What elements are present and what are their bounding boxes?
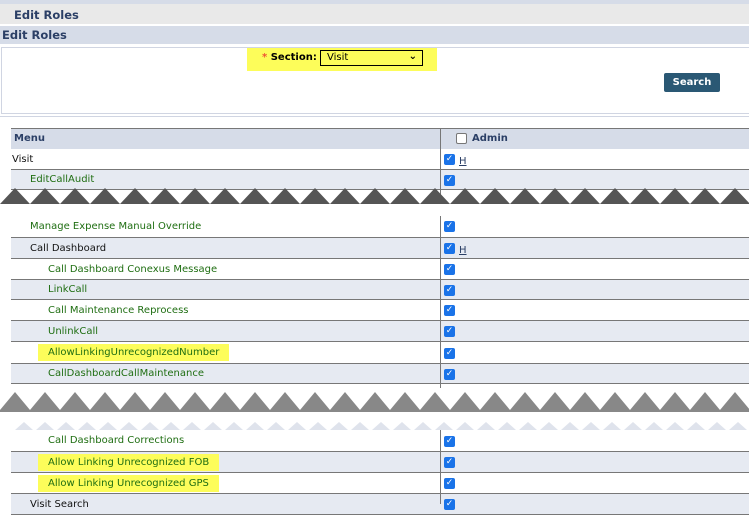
admin-checkbox[interactable]: ✓ (444, 348, 455, 359)
chevron-down-icon: ⌄ (408, 51, 417, 62)
menu-item-label: Call Dashboard (30, 242, 107, 254)
h-link[interactable]: H (459, 156, 467, 167)
table-row: UnlinkCall ✓ (11, 321, 749, 342)
menu-item-label: Allow Linking Unrecognized GPS (38, 474, 219, 492)
torn-edge (0, 388, 749, 430)
admin-checkbox[interactable]: ✓ (444, 221, 455, 232)
table-row: Call Dashboard Conexus Message ✓ (11, 259, 749, 280)
admin-checkbox[interactable]: ✓ (444, 305, 455, 316)
section-value: Visit (327, 52, 349, 63)
admin-checkbox[interactable]: ✓ (444, 499, 455, 510)
table-row: Allow Linking Unrecognized FOB ✓ (11, 452, 749, 473)
section-label: Section: (270, 52, 317, 63)
menu-item-label: CallDashboardCallMaintenance (48, 368, 204, 379)
admin-checkbox[interactable]: ✓ (444, 154, 455, 165)
menu-item-label: Call Maintenance Reprocess (48, 304, 189, 316)
select-all-admin-checkbox[interactable] (456, 133, 467, 144)
column-admin: Admin (456, 133, 508, 144)
menu-item-label: Call Dashboard Corrections (48, 435, 185, 446)
table-row: LinkCall ✓ (11, 280, 749, 300)
page-title: Edit Roles (0, 4, 749, 24)
menu-item-label: UnlinkCall (48, 325, 99, 337)
table-row: Visit Search ✓ (11, 494, 749, 515)
section-title: Edit Roles (0, 26, 749, 44)
table-row: Call Maintenance Reprocess ✓ (11, 300, 749, 321)
table-row: AllowLinkingUnrecognizedNumber ✓ (11, 342, 749, 364)
table-row: Call Dashboard Corrections ✓ (11, 430, 749, 452)
column-divider (440, 128, 441, 504)
admin-checkbox[interactable]: ✓ (444, 457, 455, 468)
table-row: Call Dashboard ✓ H (11, 238, 749, 259)
admin-checkbox[interactable]: ✓ (444, 264, 455, 275)
column-menu: Menu (14, 133, 45, 144)
table-row: Manage Expense Manual Override ✓ (11, 215, 749, 238)
admin-label: Admin (472, 133, 508, 144)
admin-checkbox[interactable]: ✓ (444, 369, 455, 380)
menu-item-label: Visit (12, 153, 34, 165)
admin-checkbox[interactable]: ✓ (444, 243, 455, 254)
admin-checkbox[interactable]: ✓ (444, 175, 455, 186)
search-button[interactable]: Search (664, 73, 720, 92)
table-header: Menu Admin (11, 128, 749, 149)
section-select[interactable]: Visit ⌄ (320, 50, 423, 66)
admin-checkbox[interactable]: ✓ (444, 285, 455, 296)
divider (0, 116, 749, 117)
table-row: Allow Linking Unrecognized GPS ✓ (11, 473, 749, 494)
admin-checkbox[interactable]: ✓ (444, 326, 455, 337)
menu-item-label: AllowLinkingUnrecognizedNumber (38, 344, 230, 361)
torn-edge (0, 188, 749, 216)
table-row: CallDashboardCallMaintenance ✓ (11, 364, 749, 384)
menu-item-label: Allow Linking Unrecognized FOB (38, 453, 220, 471)
admin-checkbox[interactable]: ✓ (444, 436, 455, 447)
menu-item-label: Manage Expense Manual Override (30, 220, 202, 232)
required-mark: * (262, 52, 268, 63)
menu-item-label: LinkCall (48, 284, 88, 295)
h-link[interactable]: H (459, 245, 467, 256)
menu-item-label: EditCallAudit (30, 174, 95, 185)
section-filter: * Section: Visit ⌄ (247, 48, 437, 71)
menu-item-label: Call Dashboard Conexus Message (48, 263, 218, 275)
table-row: Visit ✓ H (11, 149, 749, 170)
admin-checkbox[interactable]: ✓ (444, 478, 455, 489)
menu-item-label: Visit Search (30, 498, 89, 510)
